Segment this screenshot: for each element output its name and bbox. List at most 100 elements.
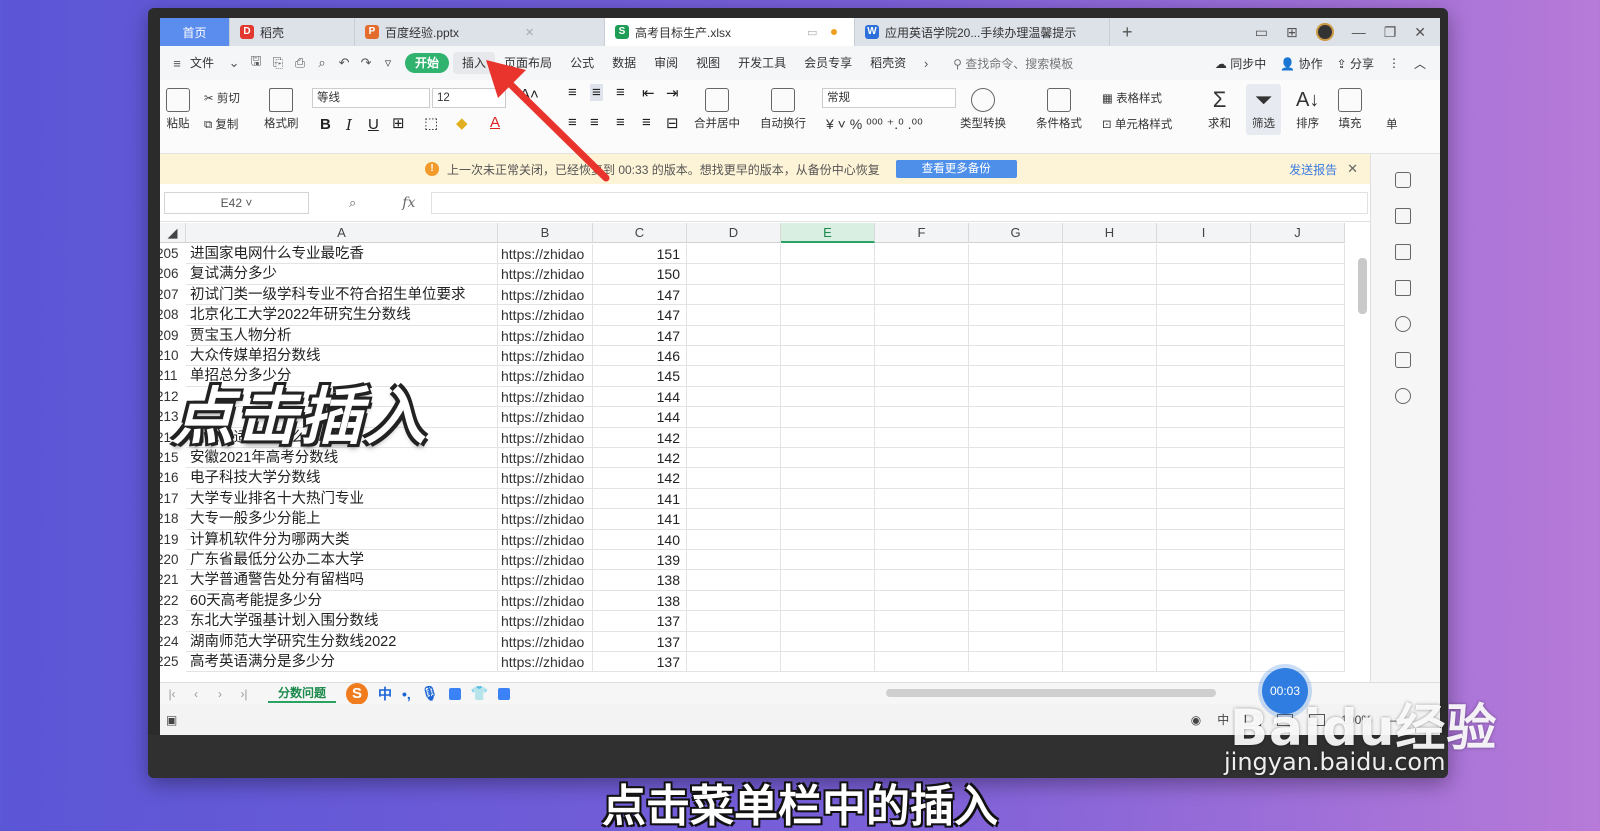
cell-empty[interactable] bbox=[875, 652, 969, 673]
cell-empty[interactable] bbox=[781, 407, 875, 428]
copy-button[interactable]: ⧉ 复制 bbox=[204, 116, 238, 132]
cell-empty[interactable] bbox=[969, 631, 1063, 652]
italic-icon[interactable]: I bbox=[346, 116, 352, 134]
help-icon[interactable] bbox=[1395, 316, 1411, 332]
cell-empty[interactable] bbox=[781, 590, 875, 612]
first-sheet-icon[interactable]: |‹ bbox=[160, 687, 184, 701]
sort-button[interactable]: A↓ 排序 bbox=[1296, 88, 1319, 131]
cell-empty[interactable] bbox=[1157, 427, 1251, 448]
tab-pptx[interactable]: P 百度经验.pptx ✕ bbox=[355, 18, 605, 46]
merge-center-button[interactable]: 合并居中 bbox=[694, 88, 740, 131]
cell-empty[interactable] bbox=[687, 448, 781, 469]
cell-empty[interactable] bbox=[875, 611, 969, 632]
column-header-b[interactable]: B bbox=[498, 223, 593, 243]
cell-empty[interactable] bbox=[1251, 325, 1345, 346]
image-tool-icon[interactable] bbox=[1395, 352, 1411, 368]
row-number[interactable]: 222 bbox=[160, 591, 182, 611]
cell-empty[interactable] bbox=[969, 366, 1063, 387]
cell-c[interactable]: 138 bbox=[593, 590, 687, 612]
currency-icon[interactable]: ¥ ˅ % ⁰⁰⁰ ⁺.⁰ .⁰⁰ bbox=[826, 116, 923, 133]
cell-b[interactable]: https://zhidao bbox=[498, 407, 593, 428]
cell-empty[interactable] bbox=[687, 488, 781, 510]
cell-empty[interactable] bbox=[1157, 244, 1251, 265]
fx-icon[interactable]: fx bbox=[402, 195, 415, 211]
row-number[interactable]: 220 bbox=[160, 550, 182, 570]
cell-empty[interactable] bbox=[1063, 570, 1157, 591]
cell-empty[interactable] bbox=[1157, 509, 1251, 530]
cell-empty[interactable] bbox=[781, 346, 875, 367]
cell-empty[interactable] bbox=[875, 407, 969, 428]
cell-empty[interactable] bbox=[1063, 407, 1157, 428]
cell-c[interactable]: 147 bbox=[593, 325, 687, 346]
column-header-f[interactable]: F bbox=[875, 223, 969, 243]
cell-empty[interactable] bbox=[875, 468, 969, 489]
row-number[interactable]: 206 bbox=[160, 264, 182, 284]
cell-a[interactable]: 初试门类一级学科专业不符合招生单位要求 bbox=[186, 284, 498, 306]
cell-b[interactable]: https://zhidao bbox=[498, 305, 593, 326]
cell-empty[interactable] bbox=[875, 427, 969, 448]
cell-empty[interactable] bbox=[1157, 631, 1251, 652]
undo-icon[interactable]: ↶ bbox=[333, 55, 355, 71]
cell-c[interactable]: 147 bbox=[593, 305, 687, 326]
cell-empty[interactable] bbox=[1063, 427, 1157, 448]
cell-b[interactable]: https://zhidao bbox=[498, 386, 593, 408]
cell-b[interactable]: https://zhidao bbox=[498, 631, 593, 652]
cell-empty[interactable] bbox=[1251, 611, 1345, 632]
cell-empty[interactable] bbox=[781, 468, 875, 489]
cell-empty[interactable] bbox=[781, 366, 875, 387]
cell-empty[interactable] bbox=[1063, 244, 1157, 265]
cell-empty[interactable] bbox=[1157, 550, 1251, 571]
sogou-icon[interactable]: S bbox=[346, 682, 369, 705]
cell-empty[interactable] bbox=[1157, 325, 1251, 346]
cell-empty[interactable] bbox=[687, 407, 781, 428]
cell-b[interactable]: https://zhidao bbox=[498, 325, 593, 346]
menu-daoke[interactable]: 稻壳资 bbox=[861, 46, 915, 80]
minimize-icon[interactable]: — bbox=[1352, 24, 1366, 40]
cell-a[interactable]: 60天高考能提多少分 bbox=[186, 590, 498, 612]
cell-empty[interactable] bbox=[969, 529, 1063, 550]
cell-b[interactable]: https://zhidao bbox=[498, 570, 593, 591]
border-icon[interactable]: ⊞ bbox=[392, 114, 405, 132]
cell-empty[interactable] bbox=[1157, 590, 1251, 612]
cell-a[interactable]: 高考英语满分是多少分 bbox=[186, 652, 498, 673]
close-icon[interactable]: ✕ bbox=[1347, 161, 1358, 177]
cell-empty[interactable] bbox=[969, 427, 1063, 448]
cell-a[interactable]: 广东省最低分公办二本大学 bbox=[186, 550, 498, 571]
cond-format-button[interactable]: 条件格式 bbox=[1036, 88, 1082, 131]
name-box[interactable]: E42 ˅ bbox=[164, 191, 309, 214]
cell-empty[interactable] bbox=[969, 386, 1063, 408]
cell-b[interactable]: https://zhidao bbox=[498, 488, 593, 510]
cell-empty[interactable] bbox=[1251, 468, 1345, 489]
cell-empty[interactable] bbox=[781, 611, 875, 632]
cell-b[interactable]: https://zhidao bbox=[498, 264, 593, 285]
cell-empty[interactable] bbox=[875, 488, 969, 510]
indent-decrease-icon[interactable]: ⇤ bbox=[642, 84, 655, 102]
cell-empty[interactable] bbox=[1251, 427, 1345, 448]
cell-empty[interactable] bbox=[781, 631, 875, 652]
cell-empty[interactable] bbox=[781, 570, 875, 591]
wrap-text-button[interactable]: 自动换行 bbox=[760, 88, 806, 131]
cell-empty[interactable] bbox=[1063, 468, 1157, 489]
sum-button[interactable]: Σ 求和 bbox=[1208, 88, 1231, 131]
cell-empty[interactable] bbox=[781, 284, 875, 306]
cell-c[interactable]: 141 bbox=[593, 509, 687, 530]
cell-c[interactable]: 137 bbox=[593, 631, 687, 652]
cell-empty[interactable] bbox=[1251, 631, 1345, 652]
more-options-icon[interactable]: ⋮ bbox=[1388, 56, 1400, 70]
row-number[interactable]: 225 bbox=[160, 652, 182, 672]
tab-close-icon[interactable]: ✕ bbox=[525, 26, 534, 39]
cell-b[interactable]: https://zhidao bbox=[498, 366, 593, 387]
bold-icon[interactable]: B bbox=[320, 116, 331, 133]
cell-empty[interactable] bbox=[1251, 407, 1345, 428]
cell-c[interactable]: 142 bbox=[593, 468, 687, 489]
row-number[interactable]: 210 bbox=[160, 346, 182, 366]
restore-icon[interactable]: ❐ bbox=[1384, 24, 1397, 41]
cell-a[interactable]: 贾宝玉人物分析 bbox=[186, 325, 498, 346]
cell-b[interactable]: https://zhidao bbox=[498, 346, 593, 367]
cell-empty[interactable] bbox=[1157, 305, 1251, 326]
cell-empty[interactable] bbox=[687, 284, 781, 306]
cell-empty[interactable] bbox=[875, 386, 969, 408]
cell-empty[interactable] bbox=[969, 325, 1063, 346]
cell-empty[interactable] bbox=[969, 652, 1063, 673]
horizontal-scrollbar[interactable] bbox=[886, 689, 1216, 697]
